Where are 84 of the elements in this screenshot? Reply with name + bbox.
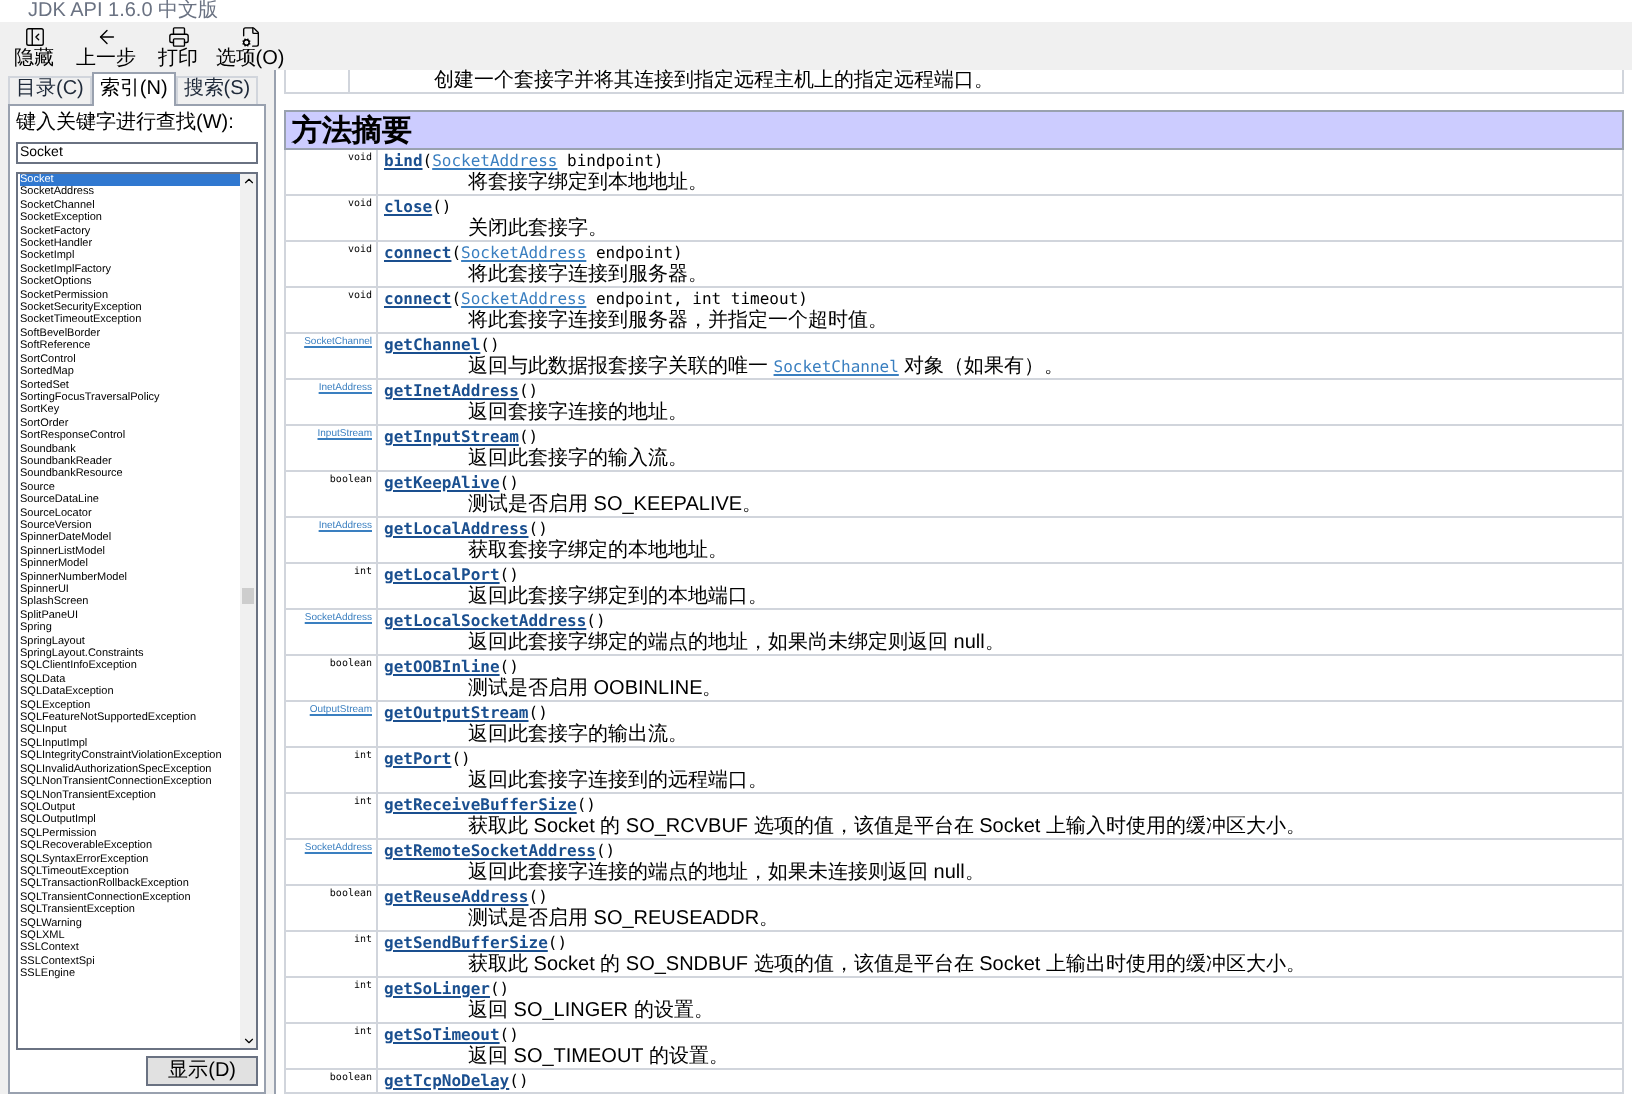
method-link[interactable]: getLocalPort xyxy=(384,566,500,584)
options-icon xyxy=(239,26,261,48)
method-link[interactable]: getOOBInline xyxy=(384,658,500,676)
method-link[interactable]: getSoLinger xyxy=(384,980,490,998)
printer-icon xyxy=(167,26,189,48)
type-link[interactable]: SocketAddress xyxy=(432,152,558,170)
method-link[interactable]: getReuseAddress xyxy=(384,888,529,906)
display-button[interactable]: 显示(D) xyxy=(146,1056,258,1086)
method-signature: getOOBInline() xyxy=(384,658,521,677)
method-description: 获取此 Socket 的 SO_RCVBUF 选项的值，该值是平台在 Socket 上输入时使用的缓冲区大小。 xyxy=(466,816,1306,840)
method-description: 将此套接字连接到服务器。 xyxy=(466,264,708,288)
method-description: 返回 SO_TIMEOUT 的设置。 xyxy=(466,1046,729,1070)
method-description: 返回此套接字连接到的远程端口。 xyxy=(466,770,768,794)
hide-panel-icon xyxy=(23,26,45,48)
method-link[interactable]: connect xyxy=(384,290,452,308)
method-link[interactable]: getPort xyxy=(384,750,452,768)
method-description: 对象（如果有）。 xyxy=(902,356,1065,380)
method-signature: bind(SocketAddress bindpoint) xyxy=(384,152,666,171)
method-description: 获取套接字绑定的本地地址。 xyxy=(466,540,728,564)
method-link[interactable]: getChannel xyxy=(384,336,481,354)
method-description: 返回此套接字绑定的端点的地址，如果尚未绑定则返回 null。 xyxy=(466,632,1005,656)
method-description: 关闭此套接字。 xyxy=(466,218,608,242)
method-description: 获取此 Socket 的 SO_SNDBUF 选项的值，该值是平台在 Socket 上输出时使用的缓冲区大小。 xyxy=(466,954,1306,978)
method-link[interactable]: getSoTimeout xyxy=(384,1026,500,1044)
method-description: 测试是否启用 OOBINLINE。 xyxy=(466,678,723,702)
method-signature: getChannel() xyxy=(384,336,502,355)
method-description: 返回此套接字绑定到的本地端口。 xyxy=(466,586,768,610)
method-signature: getSoLinger() xyxy=(384,980,512,999)
toolbar-button[interactable]: 隐藏 xyxy=(8,26,60,70)
method-signature: getLocalPort() xyxy=(384,566,521,585)
method-description: 返回此套接字连接的端点的地址，如果未连接则返回 null。 xyxy=(466,862,985,886)
method-description: 测试是否启用 SO_KEEPALIVE。 xyxy=(466,494,763,518)
method-signature: getSendBufferSize() xyxy=(384,934,570,953)
method-description: 返回此套接字的输入流。 xyxy=(466,448,688,472)
method-link[interactable]: connect xyxy=(384,244,452,262)
method-signature: getTcpNoDelay() xyxy=(384,1072,529,1092)
method-link[interactable]: getSendBufferSize xyxy=(384,934,548,952)
method-link[interactable]: getLocalAddress xyxy=(384,520,529,538)
method-signature: getLocalAddress() xyxy=(384,520,550,539)
pane-tab[interactable]: 索引(N) xyxy=(91,72,176,106)
method-signature: getInputStream() xyxy=(384,428,541,447)
type-link[interactable]: SocketAddress xyxy=(461,290,587,308)
method-link[interactable]: getReceiveBufferSize xyxy=(384,796,577,814)
method-signature: getKeepAlive() xyxy=(384,474,521,493)
type-link[interactable]: SocketChannel xyxy=(773,356,899,380)
method-signature: getReuseAddress() xyxy=(384,888,550,907)
toolbar-button[interactable]: 上一步 xyxy=(80,26,132,70)
method-description: 返回此套接字的输出流。 xyxy=(466,724,688,748)
method-description: 返回与此数据报套接字关联的唯一 xyxy=(468,356,770,380)
method-link[interactable]: getInputStream xyxy=(384,428,519,446)
method-link[interactable]: getInetAddress xyxy=(384,382,519,400)
method-signature: getLocalSocketAddress() xyxy=(384,612,608,631)
back-arrow-icon xyxy=(95,26,117,48)
section-heading: 方法摘要 xyxy=(284,110,1624,150)
method-description: 将套接字绑定到本地地址。 xyxy=(466,172,708,196)
pane-tab[interactable]: 搜索(S) xyxy=(175,76,259,104)
method-link[interactable]: getOutputStream xyxy=(384,704,529,722)
method-link[interactable]: getTcpNoDelay xyxy=(384,1072,510,1090)
method-link[interactable]: getRemoteSocketAddress xyxy=(384,842,596,860)
method-description: 测试是否启用 SO_REUSEADDR。 xyxy=(466,908,780,932)
method-signature: getOutputStream() xyxy=(384,704,550,723)
method-description: 将此套接字连接到服务器，并指定一个超时值。 xyxy=(466,310,888,334)
scroll-down-icon[interactable] xyxy=(241,1034,255,1048)
method-signature: close() xyxy=(384,198,454,218)
method-signature: getInetAddress() xyxy=(384,382,541,401)
method-link[interactable]: getLocalSocketAddress xyxy=(384,612,587,630)
search-label: 键入关键字进行查找(W): xyxy=(16,112,236,136)
method-signature: getPort() xyxy=(384,750,473,769)
method-description: 返回套接字连接的地址。 xyxy=(466,402,688,426)
method-description: 返回 SO_LINGER 的设置。 xyxy=(466,1000,714,1024)
method-signature: getSoTimeout() xyxy=(384,1026,521,1045)
scrollbar[interactable] xyxy=(240,174,256,1048)
method-link[interactable]: bind xyxy=(384,152,423,170)
method-signature: connect(SocketAddress endpoint) xyxy=(384,244,685,263)
scroll-up-icon[interactable] xyxy=(241,174,255,188)
type-link[interactable]: SocketAddress xyxy=(461,244,587,262)
method-signature: getRemoteSocketAddress() xyxy=(384,842,618,861)
method-link[interactable]: close xyxy=(384,198,433,216)
constructor-description: 创建一个套接字并将其连接到指定远程主机上的指定远程端口。 xyxy=(432,70,994,92)
scrollbar-thumb[interactable] xyxy=(242,588,254,604)
toolbar-button[interactable]: 打印 xyxy=(152,26,204,70)
method-link[interactable]: getKeepAlive xyxy=(384,474,500,492)
method-signature: connect(SocketAddress endpoint, int timeout) xyxy=(384,290,810,309)
method-signature: getReceiveBufferSize() xyxy=(384,796,598,815)
